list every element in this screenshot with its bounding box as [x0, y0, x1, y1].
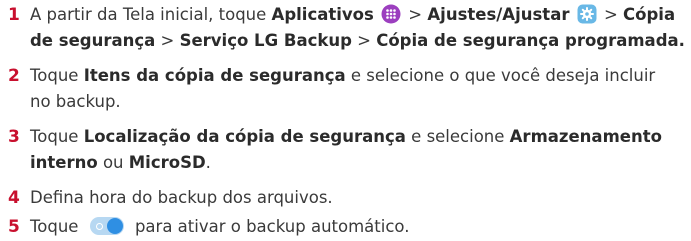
instruction-list: 1 A partir da Tela inicial, toque Aplica… [0, 0, 691, 241]
step-text-segment: Defina hora do backup dos arquivos. [30, 188, 333, 207]
ui-label-lg-backup: Serviço LG Backup [179, 31, 352, 50]
step-3: 3 Toque Localização da cópia de seguranç… [0, 124, 691, 176]
ui-label-seguranca: de segurança [30, 31, 156, 50]
ui-label-internal: interno [30, 153, 98, 172]
step-text: A partir da Tela inicial, toque Aplicati… [30, 2, 690, 54]
step-text: Toque Localização da cópia de segurança … [30, 124, 690, 176]
step-text-segment: . [205, 153, 211, 172]
toggle-off-indicator [95, 223, 103, 230]
settings-gear-icon [577, 4, 597, 24]
ui-label-copia: Cópia [623, 5, 676, 24]
step-1: 1 A partir da Tela inicial, toque Aplica… [0, 2, 691, 54]
step-text-segment: > [403, 5, 428, 24]
ui-label-settings: Ajustes/Ajustar [427, 5, 570, 24]
ui-label-scheduled-backup: Cópia de segurança programada. [376, 31, 685, 50]
ui-label-backup-items: Itens da cópia de segurança [83, 66, 346, 85]
step-text-segment: Toque [30, 217, 84, 236]
step-text-segment: > [351, 31, 377, 50]
step-number: 1 [8, 5, 20, 25]
step-4: 4 Defina hora do backup dos arquivos. [0, 185, 691, 211]
step-text-segment: no backup. [30, 92, 121, 111]
toggle-knob [106, 218, 123, 234]
step-text: Toque para ativar o backup automático. [30, 214, 690, 240]
step-text-segment: > [598, 5, 624, 24]
step-number: 3 [8, 127, 20, 147]
step-text-segment: Toque [30, 127, 84, 146]
step-text-segment: e selecione [405, 127, 510, 146]
step-number: 2 [8, 66, 20, 86]
step-text-segment: ou [97, 153, 129, 172]
step-2: 2 Toque Itens da cópia de segurança e se… [0, 63, 691, 115]
step-text-segment: e selecione o que você deseja incluir [345, 66, 656, 85]
step-text-segment: A partir da Tela inicial, toque [30, 5, 272, 24]
ui-label-apps: Aplicativos [271, 5, 374, 24]
step-text: Toque Itens da cópia de segurança e sele… [30, 63, 690, 115]
step-text: Defina hora do backup dos arquivos. [30, 185, 690, 211]
step-text-segment: para ativar o backup automático. [129, 217, 410, 236]
apps-icon [381, 4, 401, 24]
ui-label-microsd: MicroSD [128, 153, 206, 172]
step-5: 5 Toque para ativar o backup automático. [0, 214, 691, 240]
step-text-segment: > [155, 31, 180, 50]
toggle-switch-icon [89, 217, 124, 235]
step-number: 4 [8, 188, 20, 208]
ui-label-backup-location: Localização da cópia de segurança [83, 127, 406, 146]
step-text-segment: Toque [30, 66, 84, 85]
step-number: 5 [8, 217, 20, 237]
ui-label-storage: Armazenamento [509, 127, 662, 146]
